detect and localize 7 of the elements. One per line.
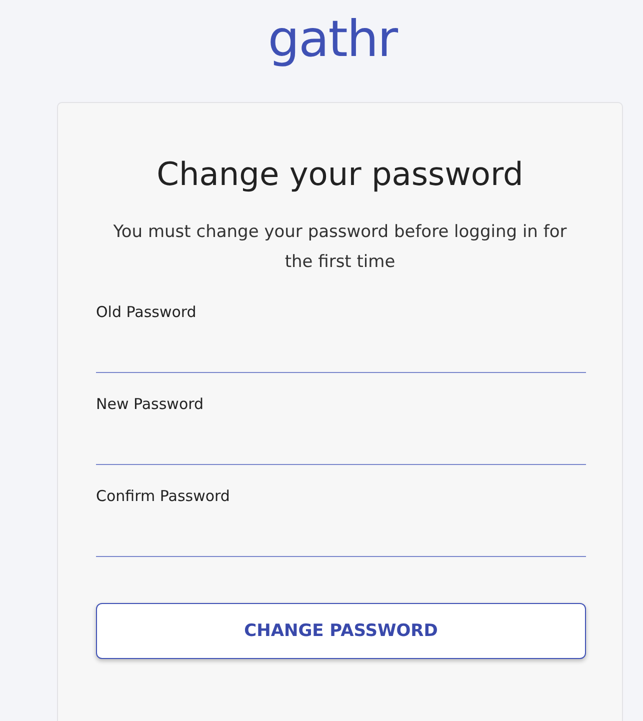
field-label: Confirm Password	[96, 487, 231, 508]
subtitle: You must change your password before logging in for the first time	[112, 221, 568, 274]
change-password-button[interactable]: CHANGE PASSWORD	[96, 603, 586, 660]
page-title: Change your password	[156, 155, 524, 194]
field-label: New Password	[96, 395, 205, 416]
logo: gathr	[268, 14, 398, 70]
field-label: Old Password	[96, 303, 198, 324]
